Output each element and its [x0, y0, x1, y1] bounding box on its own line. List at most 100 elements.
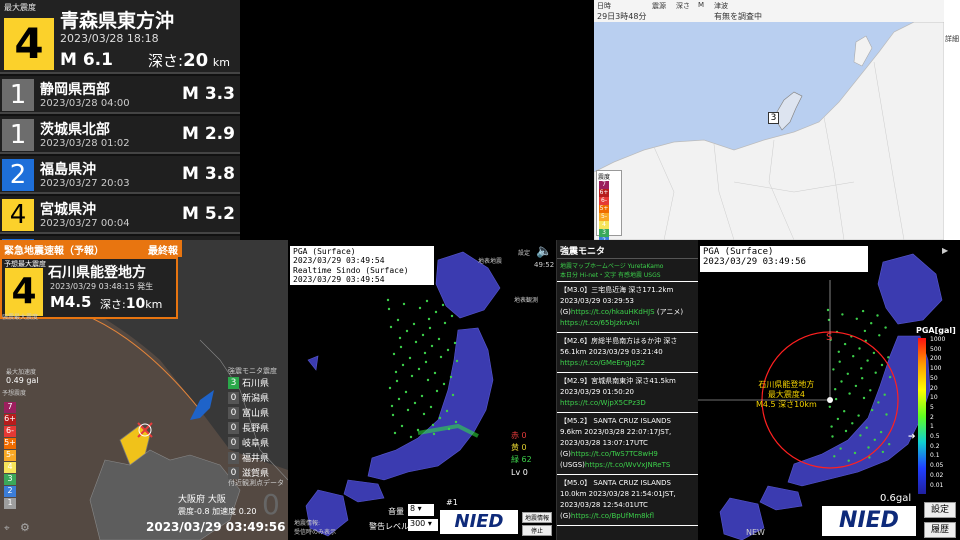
obs-max-label: 強震最大震度: [2, 314, 39, 321]
station-dot: [840, 380, 843, 383]
tweet-link[interactable]: https://t.co/WjpX5CPz3D: [560, 399, 646, 407]
tweet-item[interactable]: 【M2.9】宮城県南東沖 深さ41.5km 2023/03/29 01:50:20…: [557, 373, 698, 413]
history-button[interactable]: 履歴: [924, 522, 956, 538]
tweet-link[interactable]: https://t.co/hkauHKdHJS: [571, 308, 655, 316]
station-dot: [404, 390, 408, 394]
epicenter-intensity-marker: 3: [768, 112, 779, 124]
tweet-item[interactable]: 【M5.0】 SANTA CRUZ ISLANDS 10.0km 2023/03…: [557, 475, 698, 526]
max-accel-label: 最大加速度: [6, 369, 37, 376]
info-button[interactable]: 地震情報: [522, 512, 552, 523]
station-dot: [386, 298, 390, 302]
station-dot: [408, 356, 412, 360]
speaker-icon[interactable]: 🔈: [536, 244, 552, 259]
volume-select[interactable]: 8 ▾: [408, 504, 434, 516]
pga-scale-value: 0.02: [930, 471, 944, 479]
station-dot: [859, 434, 862, 437]
monitor-intensity: 0: [228, 406, 239, 419]
intensity-scale: 7 6+ 6- 5+ 5- 4 3 2 1: [4, 402, 16, 510]
tweet-item[interactable]: 【M2.6】房総半島南方はるか沖 深さ56.1km 2023/03/29 03:…: [557, 333, 698, 373]
info-tsunami: 有無を調査中: [714, 12, 762, 21]
pga-scale-labels: 1000 500 200 100 50 20 10 5 2 1 0.5 0.2 0.1 0.05 0.02 0…: [930, 335, 945, 490]
tweet-link[interactable]: https://t.co/BpUfMm8kfl: [571, 512, 654, 520]
play-icon[interactable]: ▶: [942, 246, 948, 255]
station-dot: [839, 447, 842, 450]
gear-icon[interactable]: ⚙: [20, 521, 30, 534]
earthquake-list-item[interactable]: 1 静岡県西部 2023/03/28 04:00 M 3.3: [0, 76, 240, 114]
earthquake-list-panel: 最大震度 4 青森県東方沖 2023/03/28 18:18 M 6.1 深さ:…: [0, 0, 240, 274]
pga-scale-title: PGA[gal]: [916, 326, 956, 335]
tweet-link-2[interactable]: https://t.co/WvVxJNReTS: [585, 461, 670, 469]
pga-panel-label: PGA (Surface): [703, 247, 774, 257]
settings-button[interactable]: 設定: [924, 502, 956, 518]
station-dot: [388, 386, 392, 390]
eew-timestamp: 2023/03/29 03:49:56: [146, 520, 286, 534]
scale-item: 3: [4, 474, 16, 485]
tweet-link-2[interactable]: https://t.co/65bJzknAni: [560, 319, 639, 327]
legend-value: 5-: [601, 213, 607, 220]
scale-item: 6-: [4, 426, 16, 437]
feed-links-2[interactable]: 本日分 Hi-net・文字 有感地震 USGS: [557, 270, 698, 282]
intensity-badge: 1: [2, 79, 34, 111]
earthquake-list-item[interactable]: 4 宮城県沖 2023/03/27 00:04 M 5.2: [0, 196, 240, 234]
legend-item: 4: [599, 221, 609, 229]
legend-map2: 地表観測: [514, 297, 539, 304]
monitor-item: 0 新潟県: [228, 391, 269, 404]
detail-button[interactable]: 詳細: [945, 34, 960, 44]
feed-links-1[interactable]: 地震マップホームページ YuretaKamo: [557, 259, 698, 270]
pga-label: PGA (Surface): [293, 247, 356, 256]
tweet-link[interactable]: https://t.co/TwS7TC8wH9: [571, 450, 658, 458]
station-dot: [884, 326, 887, 329]
station-dot: [431, 423, 435, 427]
latest-earthquake-card[interactable]: 最大震度 4 青森県東方沖 2023/03/28 18:18 M 6.1 深さ:…: [0, 0, 240, 74]
intensity-badge: 4: [2, 199, 34, 231]
magnitude: M 5.2: [182, 204, 235, 224]
legend-value: 6-: [601, 197, 607, 204]
monitor-pref: 岐阜県: [242, 439, 270, 449]
station-dot: [834, 388, 837, 391]
scale-item: 5-: [4, 450, 16, 461]
location-icon[interactable]: ⌖: [4, 523, 10, 534]
station-dot: [870, 322, 873, 325]
monitor-intensity: 0: [228, 451, 239, 464]
station-dot: [443, 321, 447, 325]
earthquake-list-item[interactable]: 2 福島県沖 2023/03/27 20:03 M 3.8: [0, 156, 240, 194]
settings-link[interactable]: 設定: [518, 248, 530, 257]
station-dot: [390, 404, 394, 408]
legend-value: 6+: [599, 189, 609, 196]
sindo-time: 2023/03/29 03:49:54: [293, 275, 385, 284]
station-dot: [883, 393, 886, 396]
station-dot: [410, 374, 414, 378]
tweet-item[interactable]: 【M5.2】 SANTA CRUZ ISLANDS 9.6km 2023/03/…: [557, 413, 698, 475]
monitor-item: 0 長野県: [228, 421, 269, 434]
stop-button[interactable]: 停止: [522, 525, 552, 536]
pga-scale-value: 200: [930, 355, 942, 363]
station-dot: [870, 408, 874, 412]
eew-place: 石川県能登地方: [48, 265, 146, 281]
tweet-prefix: (G): [560, 512, 571, 520]
station-dot: [425, 299, 429, 303]
station-dot: [427, 317, 431, 321]
alert-level-select[interactable]: 300 ▾: [408, 519, 438, 531]
epicenter-info-1: 石川県能登地方: [758, 380, 815, 389]
eew-title: 緊急地震速報（予報）: [4, 246, 104, 257]
eew-intensity-badge: 4: [5, 268, 43, 316]
station-dot: [412, 322, 416, 326]
station-dot: [438, 416, 442, 420]
tweet-link-line: https://t.co/WjpX5CPz3D: [560, 398, 695, 409]
station-name: 大阪府 大阪: [178, 495, 226, 505]
tweet-item[interactable]: 【M3.0】三宅島近海 深さ171.2km 2023/03/29 03:29:53…: [557, 282, 698, 333]
monitor-title: 強震モニタ震度: [228, 367, 277, 375]
station-dot: [449, 375, 453, 379]
volume-label: 音量: [388, 507, 404, 516]
station-dot: [395, 379, 399, 383]
station-dot: [389, 325, 393, 329]
tweet-link[interactable]: https://t.co/GMeEngJq22: [560, 359, 645, 367]
quake-info-sub: 受信時のみ表示: [294, 529, 337, 536]
legend-item: 3: [599, 229, 609, 237]
earthquake-list-item[interactable]: 1 茨城県北部 2023/03/28 01:02 M 2.9: [0, 116, 240, 154]
station-dot: [851, 422, 854, 425]
legend-title: 震度: [598, 174, 611, 181]
max-gal-value: 0.6gal: [880, 493, 912, 504]
station-dot: [391, 413, 395, 417]
nied-logo-2: NIED: [822, 506, 916, 536]
